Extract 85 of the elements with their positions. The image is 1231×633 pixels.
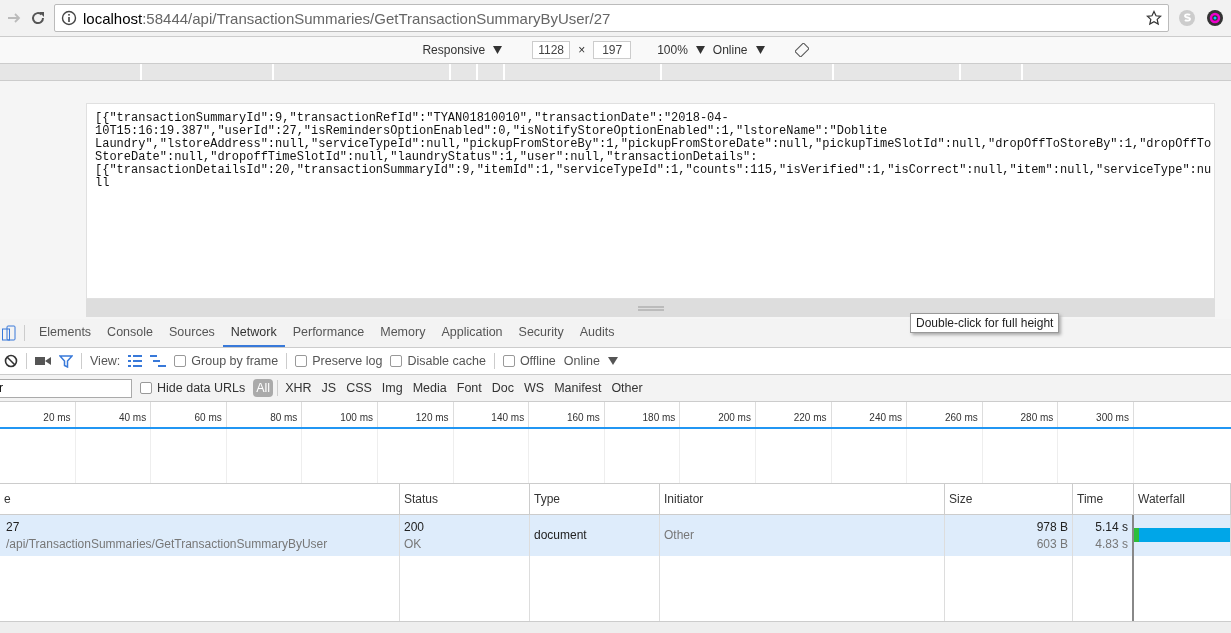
waterfall-view-icon[interactable] bbox=[150, 355, 167, 367]
type-filter[interactable]: WS bbox=[521, 379, 548, 397]
timeline-tick: 160 ms bbox=[529, 402, 605, 427]
filter-field[interactable]: r bbox=[0, 378, 132, 398]
initiator-cell: Other bbox=[664, 527, 694, 544]
hide-data-urls-checkbox[interactable]: Hide data URLs bbox=[140, 381, 246, 395]
column-header[interactable]: Size bbox=[945, 484, 1073, 515]
column-header[interactable]: Waterfall bbox=[1134, 484, 1231, 515]
timeline-tick: 60 ms bbox=[151, 402, 227, 427]
dropdown-caret-icon[interactable] bbox=[607, 357, 618, 365]
timeline-tick: 260 ms bbox=[907, 402, 983, 427]
option-checkbox[interactable]: Offline bbox=[502, 354, 556, 368]
type-filter[interactable]: CSS bbox=[343, 379, 375, 397]
column-header[interactable]: Initiator bbox=[660, 484, 945, 515]
devtools-tab[interactable]: Application bbox=[433, 319, 511, 347]
network-dropdown[interactable]: Online bbox=[712, 43, 748, 57]
column-header[interactable]: Type bbox=[530, 484, 660, 515]
devtools-tab[interactable]: Memory bbox=[372, 319, 434, 347]
devtools-tab[interactable]: Sources bbox=[161, 319, 223, 347]
list-view-icon[interactable] bbox=[128, 355, 143, 367]
column-header[interactable]: Status bbox=[400, 484, 530, 515]
request-name[interactable]: 27 bbox=[6, 518, 20, 536]
timeline-tick: 80 ms bbox=[226, 402, 303, 427]
info-icon bbox=[61, 10, 77, 26]
dropdown-caret-icon[interactable] bbox=[695, 46, 705, 54]
width-field[interactable]: 1128 bbox=[532, 41, 571, 59]
timeline-tick: 280 ms bbox=[982, 402, 1059, 427]
timeline-tick: 240 ms bbox=[831, 402, 908, 427]
type-filter[interactable]: JS bbox=[318, 379, 340, 397]
time-value: 5.14 s bbox=[1095, 518, 1128, 536]
clear-icon[interactable] bbox=[4, 354, 18, 368]
star-icon[interactable] bbox=[1146, 10, 1162, 26]
timeline-tick: 220 ms bbox=[755, 402, 832, 427]
timeline-tick: 180 ms bbox=[604, 402, 681, 427]
timeline-tick: 200 ms bbox=[680, 402, 756, 427]
column-header[interactable]: Time bbox=[1073, 484, 1134, 515]
devtools-tab[interactable]: Console bbox=[99, 319, 161, 347]
timeline-tick: 100 ms bbox=[302, 402, 378, 427]
device-toggle-icon[interactable] bbox=[2, 325, 16, 341]
option-checkbox[interactable]: Group by frame bbox=[174, 354, 279, 368]
timeline-tick: 140 ms bbox=[453, 402, 530, 427]
timeline-tick: 40 ms bbox=[75, 402, 152, 427]
latency-value: 4.83 s bbox=[1095, 535, 1128, 553]
url-host: localhost bbox=[83, 9, 143, 27]
url-path: :58444/api/TransactionSummaries/GetTransactionSummaryByUser/27 bbox=[142, 9, 612, 27]
devtools-tab[interactable]: Audits bbox=[571, 319, 623, 347]
devtools-tab[interactable]: Security bbox=[510, 319, 572, 347]
height-field[interactable]: 197 bbox=[593, 41, 632, 59]
type-filter[interactable]: XHR bbox=[282, 379, 315, 397]
column-header[interactable]: e bbox=[0, 484, 400, 515]
type-cell: document bbox=[534, 527, 587, 544]
dropdown-caret-icon[interactable] bbox=[493, 46, 503, 54]
resize-handle[interactable] bbox=[86, 299, 1215, 317]
reload-icon[interactable] bbox=[30, 10, 46, 26]
size-value: 978 B bbox=[1036, 518, 1068, 536]
dimension-separator: × bbox=[578, 43, 586, 57]
type-filter[interactable]: Manifest bbox=[551, 379, 605, 397]
camera-icon[interactable] bbox=[35, 355, 51, 367]
address-field[interactable]: localhost:58444/api/TransactionSummaries/GetTransactionSummaryByUser/27 bbox=[54, 4, 1169, 32]
tooltip: Double-click for full height bbox=[910, 313, 1060, 333]
devtools-tab[interactable]: Elements bbox=[31, 319, 100, 347]
type-filter[interactable]: Img bbox=[378, 379, 406, 397]
rotate-icon[interactable] bbox=[794, 43, 809, 57]
timeline-tick: 120 ms bbox=[377, 402, 454, 427]
zoom-dropdown[interactable]: 100% bbox=[657, 43, 688, 57]
type-filter[interactable]: Media bbox=[409, 379, 450, 397]
request-path: /api/TransactionSummaries/GetTransactionSummaryByUser bbox=[6, 535, 328, 553]
option-checkbox[interactable]: Disable cache bbox=[390, 354, 486, 368]
timeline-tick: 20 ms bbox=[0, 402, 76, 427]
device-mode-dropdown[interactable]: Responsive bbox=[422, 43, 486, 57]
profile-icon[interactable] bbox=[1205, 8, 1225, 28]
status-code: 200 bbox=[404, 518, 425, 536]
option-checkbox[interactable]: Preserve log bbox=[295, 354, 383, 368]
type-filter[interactable]: Font bbox=[453, 379, 485, 397]
filter-icon[interactable] bbox=[59, 354, 73, 368]
throttle-dropdown[interactable]: Online bbox=[563, 354, 600, 368]
json-response-text: [{"transactionSummaryId":9,"transactionRefId":"TYAN01810010","transactionDate":"2018-04- 10T15:16:19.387","userId":27,"isRemindersOptionEnabled":0,"isNotifyStoreOptionEnabled":1,"lstoreName":"Doblite Laundry","lstoreAddress":null,"serviceTypeId":null,"pickupFromStoreBy":1,"pickupFromStoreDate":null,"pickupTimeSlotId":null,"dropOffToStoreBy":1,"dropOffTo StoreDate":null,"dropoffTimeSlotId":null,"laundryStatus":1,"user":null,"transactionDetails": [{"transactionDetailsId":20,"transactionSummaryId":9,"itemId":1,"serviceTypeId":1,"counts":115,"isVerified":1,"isCorrect":null,"item":null,"serviceType":nu ll bbox=[86, 103, 1215, 299]
devtools-tab[interactable]: Performance bbox=[284, 319, 373, 347]
timeline-tick: 300 ms bbox=[1058, 402, 1134, 427]
type-filter[interactable]: Other bbox=[608, 379, 646, 397]
dropdown-caret-icon[interactable] bbox=[755, 46, 765, 54]
type-filter[interactable]: Doc bbox=[488, 379, 517, 397]
resource-size: 603 B bbox=[1036, 535, 1068, 553]
view-label: View: bbox=[90, 354, 121, 368]
status-text: OK bbox=[404, 535, 422, 553]
